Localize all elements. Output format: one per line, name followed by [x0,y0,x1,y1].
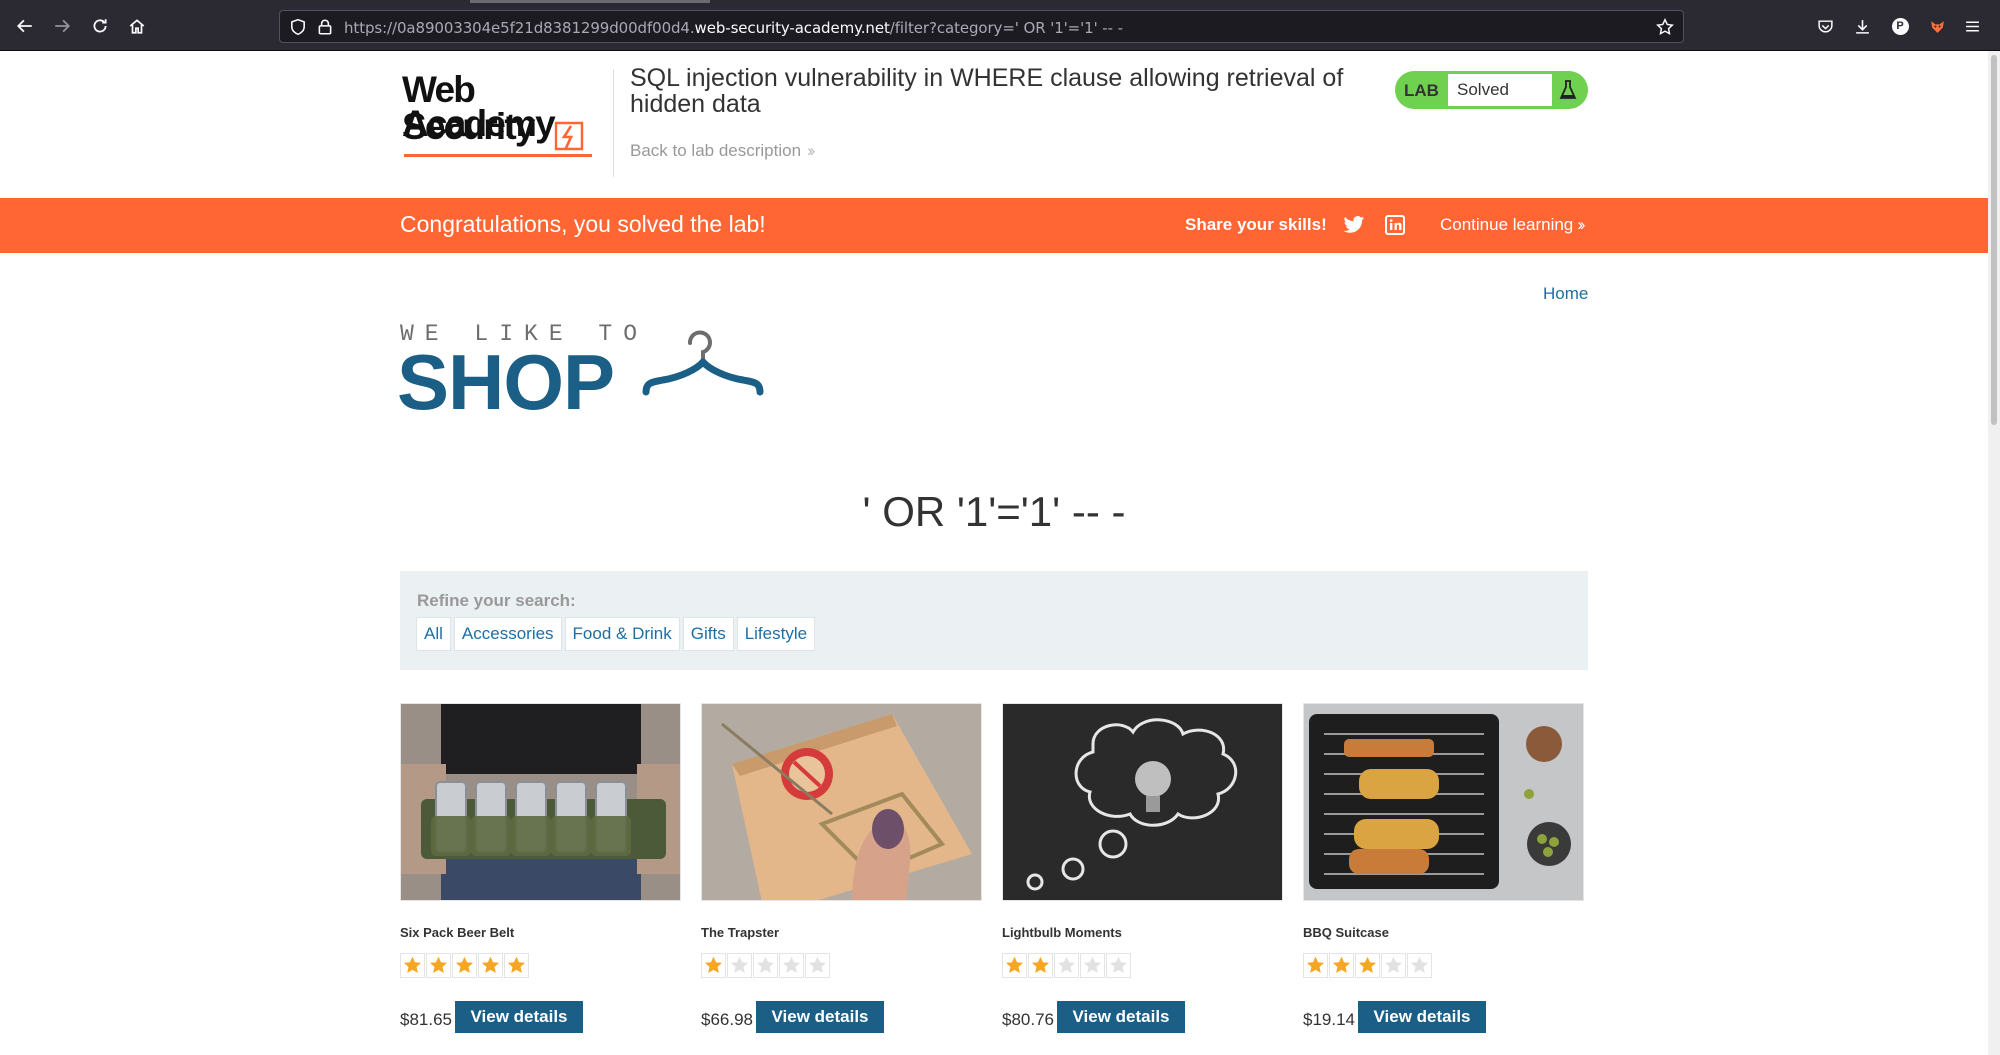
congratulations-message: Congratulations, you solved the lab! [400,211,766,237]
hanger-icon [642,330,764,396]
home-link[interactable]: Home [1543,284,1588,304]
congratulations-banner: Congratulations, you solved the lab! Sha… [0,198,1988,253]
lock-icon[interactable] [316,18,334,36]
star-filled-icon [400,953,425,978]
product-name: The Trapster [701,925,780,940]
extension-fox-icon[interactable] [1926,15,1948,37]
star-empty-icon [779,953,804,978]
category-filter-accessories[interactable]: Accessories [453,617,562,651]
product-price: $66.98 [701,1010,753,1029]
url-text[interactable]: https://0a89003304e5f21d8381299d00df00d4… [344,19,1123,37]
reload-icon[interactable] [87,13,113,39]
star-empty-icon [1381,953,1406,978]
star-filled-icon [1329,953,1354,978]
header-divider [613,69,614,177]
lab-title: SQL injection vulnerability in WHERE cla… [630,64,1344,118]
star-filled-icon [1002,953,1027,978]
back-link-label: Back to lab description [630,141,802,160]
star-empty-icon [753,953,778,978]
view-details-button[interactable]: View details [756,1001,884,1033]
star-filled-icon [452,953,477,978]
star-filled-icon [478,953,503,978]
category-filters: All Accessories Food & Drink Gifts Lifes… [416,617,816,651]
home-icon[interactable] [124,13,150,39]
product-price: $81.65 [400,1010,452,1029]
star-empty-icon [805,953,830,978]
category-filter-all[interactable]: All [416,617,451,651]
view-details-button[interactable]: View details [1358,1001,1486,1033]
product-rating [1002,953,1131,978]
view-details-button[interactable]: View details [455,1001,583,1033]
linkedin-icon[interactable] [1385,215,1405,235]
product-price: $80.76 [1002,1010,1054,1029]
account-icon[interactable]: P [1889,15,1911,37]
star-filled-icon [1355,953,1380,978]
active-tab-indicator [470,0,710,3]
bookmark-star-icon[interactable] [1656,18,1674,36]
filter-category-heading: ' OR '1'='1' -- - [862,488,1126,535]
flask-icon [1559,80,1577,99]
lab-label: LAB [1404,81,1439,100]
twitter-icon[interactable] [1343,215,1365,235]
category-filter-lifestyle[interactable]: Lifestyle [736,617,816,651]
product-rating [400,953,529,978]
product-image-beer-belt[interactable] [400,703,681,901]
browser-toolbar: https://0a89003304e5f21d8381299d00df00d4… [0,0,2000,51]
star-filled-icon [426,953,451,978]
star-empty-icon [1054,953,1079,978]
star-empty-icon [1106,953,1131,978]
refine-search-label: Refine your search: [417,591,576,610]
share-skills-label: Share your skills! [1185,215,1327,234]
star-empty-icon [1407,953,1432,978]
url-bar[interactable]: https://0a89003304e5f21d8381299d00df00d4… [279,10,1684,43]
we-like-to-shop-logo: WE LIKE TO SHOP [397,321,780,421]
star-filled-icon [1028,953,1053,978]
product-rating [701,953,830,978]
double-chevron-right-icon: ›› [807,141,816,160]
logo-underline [404,154,592,157]
forward-arrow-icon[interactable] [49,13,75,39]
tracking-shield-icon[interactable] [289,18,307,36]
back-arrow-icon[interactable] [12,13,38,39]
double-chevron-right-icon: ›› [1577,215,1586,234]
product-image-mousetrap[interactable] [701,703,982,901]
product-name: BBQ Suitcase [1303,925,1389,940]
lab-status-text: Solved [1448,74,1552,106]
product-name: Six Pack Beer Belt [400,925,515,940]
page-scrollbar[interactable] [1988,51,2000,1055]
page-content: Web Security Academy SQL injection vulne… [0,51,1988,1055]
product-image-lightbulb-chalkboard[interactable] [1002,703,1283,901]
academy-header: Web Security Academy SQL injection vulne… [0,51,1988,198]
product-name: Lightbulb Moments [1002,925,1122,940]
star-filled-icon [504,953,529,978]
star-filled-icon [701,953,726,978]
continue-learning-link[interactable]: Continue learning ›› [1440,215,1586,235]
back-to-lab-description-link[interactable]: Back to lab description ›› [630,141,816,161]
star-filled-icon [1303,953,1328,978]
refine-search-panel: Refine your search: All Accessories Food… [400,571,1588,670]
scrollbar-thumb[interactable] [1991,55,1997,425]
category-filter-gifts[interactable]: Gifts [682,617,734,651]
category-filter-food-drink[interactable]: Food & Drink [564,617,680,651]
shop-logo-word: SHOP [397,338,615,426]
product-price: $19.14 [1303,1010,1355,1029]
logo-bolt-icon [554,121,584,151]
menu-icon[interactable] [1961,15,1983,37]
view-details-button[interactable]: View details [1057,1001,1185,1033]
pocket-icon[interactable] [1814,15,1836,37]
logo-line-2: Academy [402,103,556,144]
lab-status-badge: LAB Solved [1395,71,1588,109]
web-security-academy-logo[interactable]: Web Security Academy [402,69,610,165]
downloads-icon[interactable] [1851,15,1873,37]
product-image-bbq-grill[interactable] [1303,703,1584,901]
product-rating [1303,953,1432,978]
star-empty-icon [727,953,752,978]
continue-learning-label: Continue learning [1440,215,1574,234]
star-empty-icon [1080,953,1105,978]
